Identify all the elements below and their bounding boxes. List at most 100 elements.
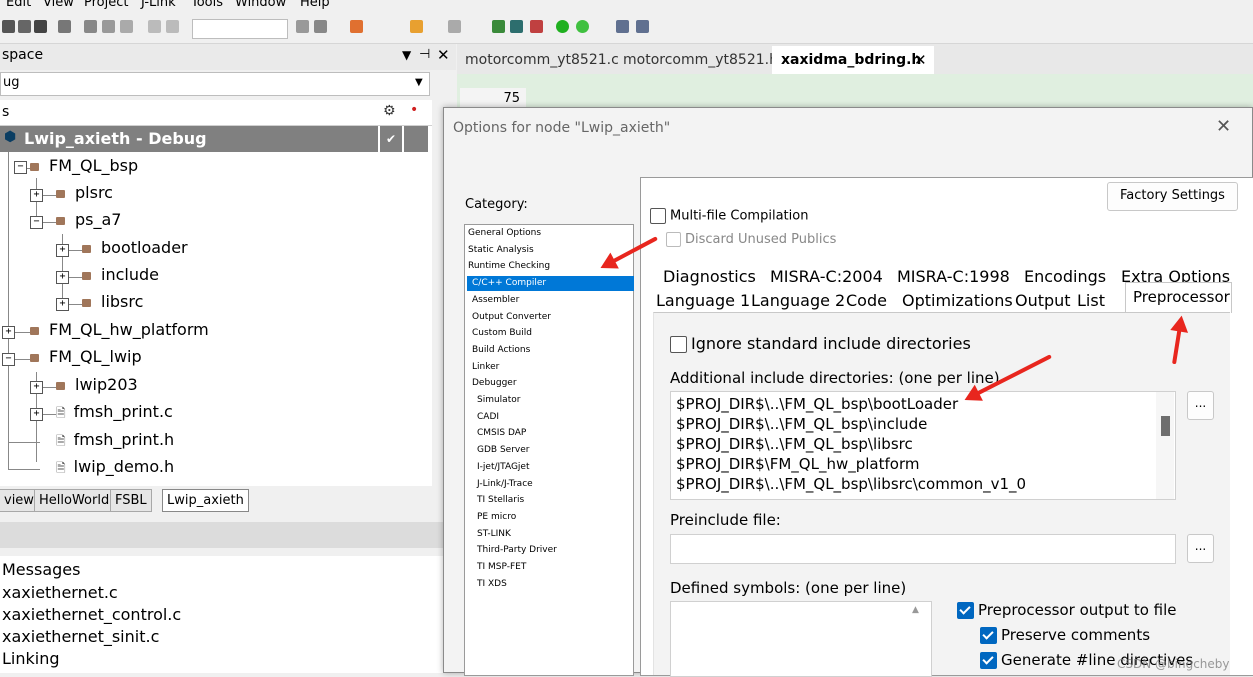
category-item[interactable]: PE micro (467, 510, 639, 525)
message-item[interactable]: xaxiethernet_sinit.c (2, 627, 159, 646)
ws-tab-fsbl[interactable]: FSBL (110, 489, 152, 512)
expand-icon[interactable]: + (56, 298, 69, 311)
expand-icon[interactable]: + (30, 408, 43, 421)
message-item[interactable]: Linking (2, 649, 60, 668)
menu-help[interactable]: Help (300, 0, 330, 10)
preprocessor-output-checkbox[interactable]: Preprocessor output to file (957, 601, 1177, 619)
expand-icon[interactable]: + (30, 189, 43, 202)
scroll-up-icon[interactable]: ▲ (912, 605, 919, 615)
menu-view[interactable]: View (43, 0, 74, 10)
new-file-icon[interactable] (2, 20, 15, 33)
bookmark-icon[interactable] (410, 20, 423, 33)
tree-item[interactable]: bootloader (82, 236, 188, 260)
save-icon[interactable] (34, 20, 47, 33)
discard-unused-checkbox[interactable]: Discard Unused Publics (666, 232, 836, 247)
menu-jlink[interactable]: J-Link (141, 0, 176, 10)
open-file-icon[interactable] (18, 20, 31, 33)
copy-icon[interactable] (102, 20, 115, 33)
ws-tab-lwip-axieth[interactable]: Lwip_axieth (162, 489, 249, 512)
tree-item[interactable]: include (82, 263, 159, 287)
collapse-icon[interactable]: − (2, 353, 15, 366)
category-item[interactable]: I-jet/JTAGjet (467, 460, 639, 475)
collapse-icon[interactable]: − (14, 161, 27, 174)
scrollbar-thumb[interactable] (1161, 416, 1170, 436)
preinclude-input[interactable] (670, 534, 1176, 564)
category-item[interactable]: Custom Build (467, 326, 634, 341)
preinclude-browse-button[interactable]: ... (1187, 534, 1214, 563)
factory-settings-button[interactable]: Factory Settings (1107, 182, 1238, 211)
tree-item[interactable]: FM_QL_hw_platform (30, 318, 209, 342)
cut-icon[interactable] (84, 20, 97, 33)
include-browse-button[interactable]: ... (1187, 391, 1214, 420)
ws-tab-helloworld[interactable]: HelloWorld (34, 489, 115, 512)
tree-item[interactable]: 🗎 fmsh_print.c (56, 400, 173, 424)
download-debug-icon[interactable] (556, 20, 569, 33)
compile-icon[interactable] (448, 20, 461, 33)
menu-window[interactable]: Window (235, 0, 286, 10)
dropdown-arrow-icon[interactable]: ▼ (402, 48, 411, 62)
toggle-bookmark-icon[interactable] (350, 20, 363, 33)
tab-optimizations[interactable]: Optimizations (902, 291, 1013, 310)
preserve-comments-checkbox[interactable]: Preserve comments (980, 626, 1150, 644)
expand-icon[interactable]: + (2, 326, 15, 339)
category-item[interactable]: Output Converter (467, 310, 634, 325)
menu-project[interactable]: Project (84, 0, 128, 10)
tab-encodings[interactable]: Encodings (1024, 267, 1106, 286)
tab-code[interactable]: Code (846, 291, 887, 310)
editor-tab-motorcomm-h[interactable]: motorcomm_yt8521.h (623, 48, 778, 72)
category-item[interactable]: TI MSP-FET (467, 560, 639, 575)
print-icon[interactable] (58, 20, 71, 33)
tab-preprocessor[interactable]: Preprocessor (1133, 288, 1230, 306)
close-icon[interactable]: ✕ (437, 46, 450, 64)
tab-output[interactable]: Output (1015, 291, 1071, 310)
tree-item[interactable]: 🗎 lwip_demo.h (56, 455, 174, 479)
category-item[interactable]: ST-LINK (467, 527, 639, 542)
category-item[interactable]: TI XDS (467, 577, 639, 592)
category-item[interactable]: TI Stellaris (467, 493, 639, 508)
tree-item[interactable]: libsrc (82, 290, 143, 314)
category-item[interactable]: J-Link/J-Trace (467, 477, 639, 492)
category-item[interactable]: CMSIS DAP (467, 426, 639, 441)
tree-item[interactable]: FM_QL_lwip (30, 345, 142, 369)
undo-icon[interactable] (148, 20, 161, 33)
category-item[interactable]: Build Actions (467, 343, 634, 358)
paste-icon[interactable] (120, 20, 133, 33)
ignore-std-include-checkbox[interactable]: Ignore standard include directories (670, 334, 971, 353)
tree-item[interactable]: lwip203 (56, 373, 138, 397)
category-item[interactable]: Linker (467, 360, 634, 375)
category-item[interactable]: Debugger (467, 376, 634, 391)
tree-item[interactable]: FM_QL_bsp (30, 154, 138, 178)
tab-language-2[interactable]: Language 2 (751, 291, 845, 310)
category-item[interactable]: CADI (467, 410, 639, 425)
stop-build-icon[interactable] (510, 20, 523, 33)
include-dirs-scrollbar[interactable] (1156, 392, 1174, 499)
tree-item[interactable]: ps_a7 (56, 208, 121, 232)
tab-diagnostics[interactable]: Diagnostics (663, 267, 756, 286)
tree-item[interactable]: plsrc (56, 181, 113, 205)
tab-misra-2004[interactable]: MISRA-C:2004 (770, 267, 883, 286)
menu-tools[interactable]: Tools (191, 0, 223, 10)
category-item[interactable]: Third-Party Driver (467, 543, 639, 558)
gear-icon[interactable]: ⚙ (383, 103, 396, 119)
tab-list[interactable]: List (1077, 291, 1105, 310)
expand-icon[interactable]: + (56, 244, 69, 257)
editor-tab-motorcomm-c[interactable]: motorcomm_yt8521.c (465, 48, 619, 72)
chip-settings-icon[interactable] (636, 20, 649, 33)
include-dirs-textarea[interactable]: $PROJ_DIR$\..\FM_QL_bsp\bootLoader $PROJ… (670, 391, 1176, 500)
find-icon[interactable] (314, 20, 327, 33)
tab-language-1[interactable]: Language 1 (656, 291, 750, 310)
expand-icon[interactable]: + (56, 271, 69, 284)
tree-item[interactable]: 🗎 fmsh_print.h (56, 428, 174, 452)
message-item[interactable]: xaxiethernet.c (2, 583, 118, 602)
category-item[interactable]: Simulator (467, 393, 639, 408)
category-item[interactable]: General Options (467, 226, 630, 241)
collapse-icon[interactable]: − (30, 216, 43, 229)
redo-icon[interactable] (166, 20, 179, 33)
search-combo[interactable] (192, 19, 288, 39)
category-item[interactable]: Assembler (467, 293, 634, 308)
configuration-select[interactable]: ug ▼ (0, 72, 430, 96)
editor-tab-xaxidma[interactable]: xaxidma_bdring.h (781, 48, 921, 72)
defined-symbols-textarea[interactable]: ▲ (670, 601, 932, 677)
tab-misra-1998[interactable]: MISRA-C:1998 (897, 267, 1010, 286)
expand-icon[interactable]: + (30, 381, 43, 394)
